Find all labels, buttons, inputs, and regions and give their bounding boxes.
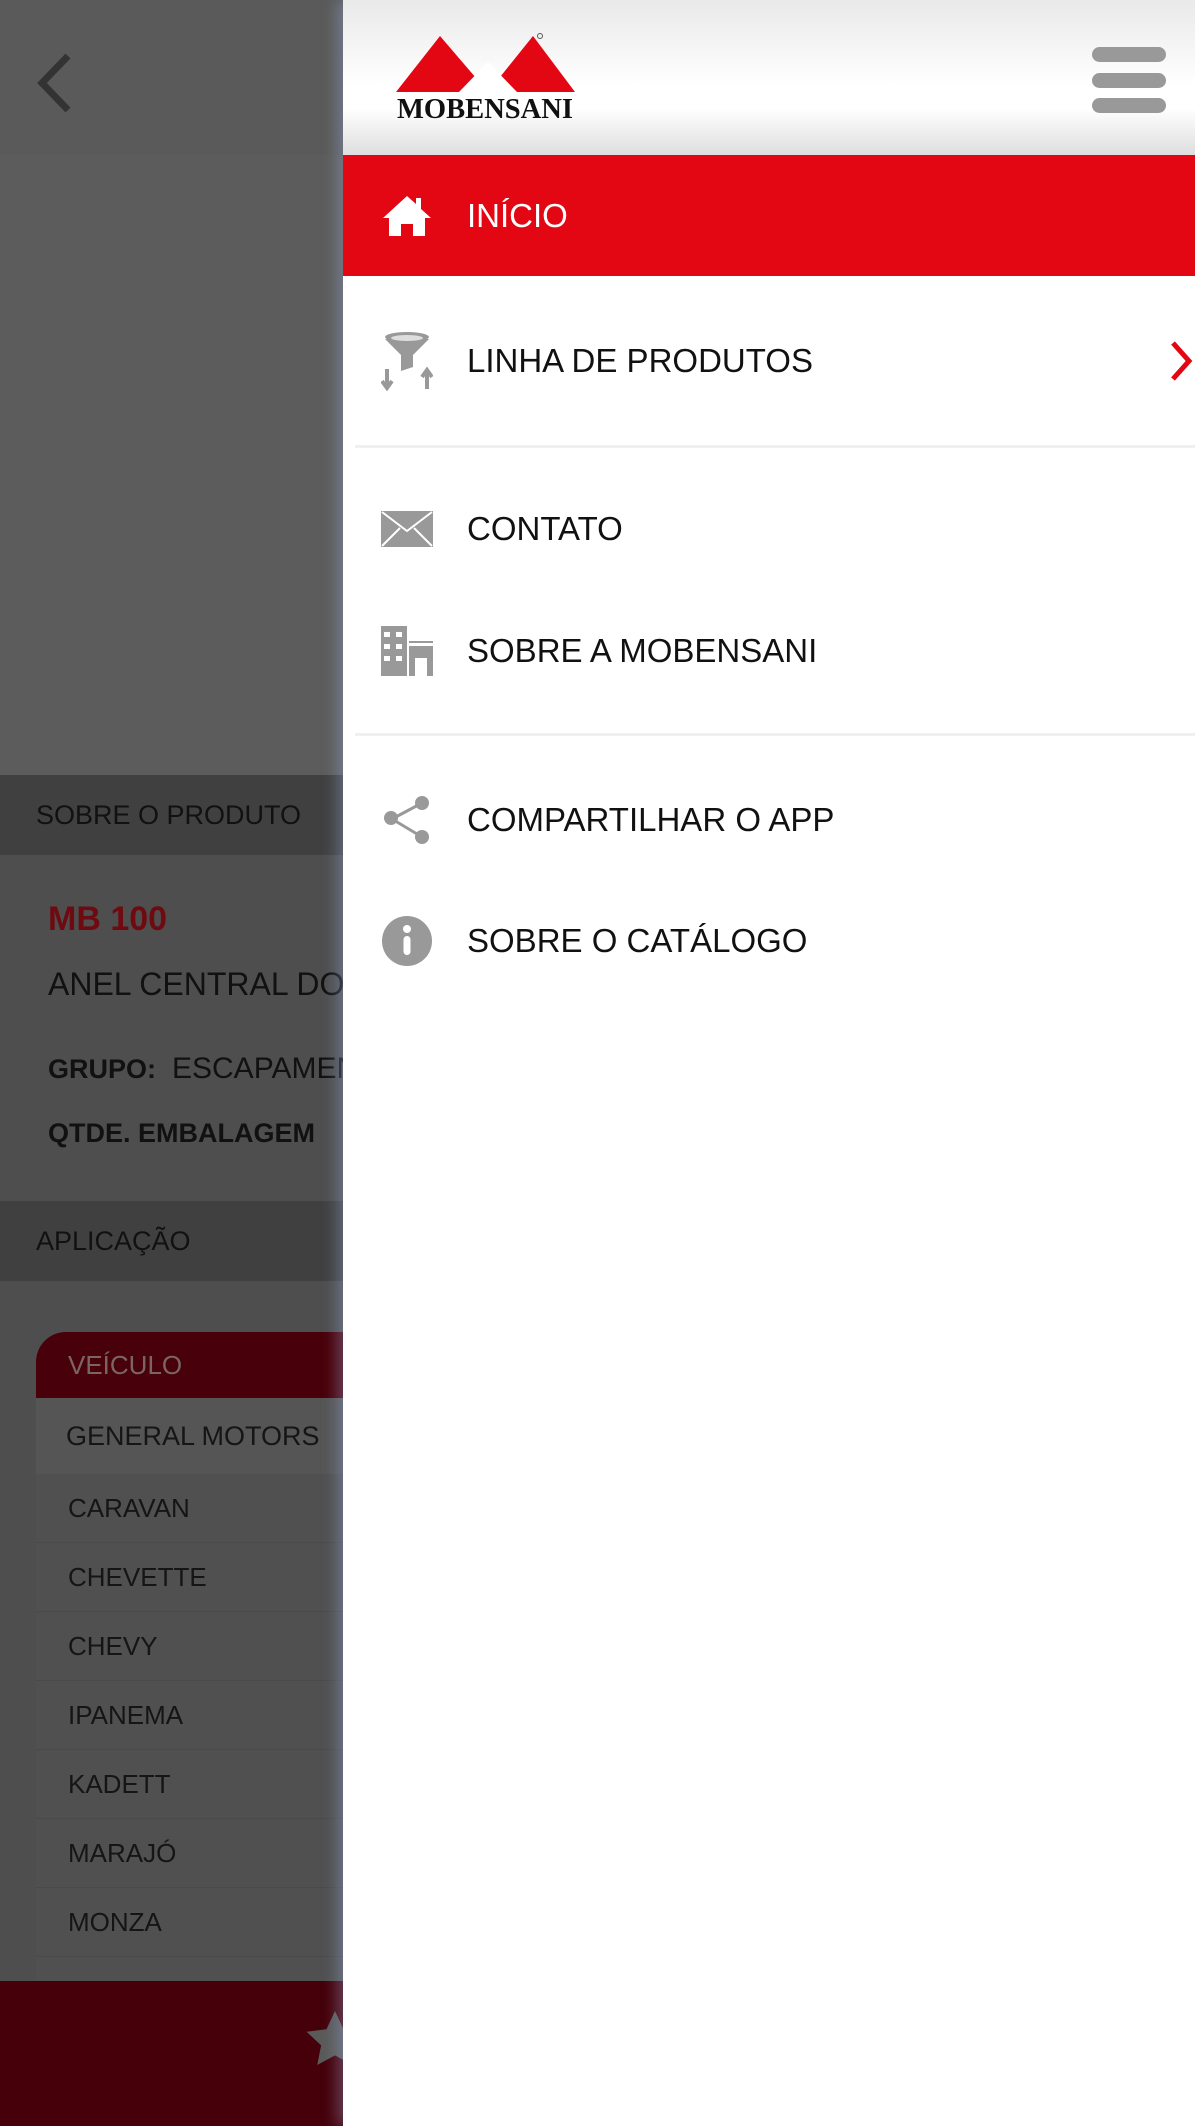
qty-row: QTDE. EMBALAGEM <box>48 1118 331 1149</box>
svg-text:MOBENSANI: MOBENSANI <box>397 94 573 125</box>
menu-item-label: SOBRE O CATÁLOGO <box>467 922 808 959</box>
product-line-icon <box>379 332 435 391</box>
home-icon <box>379 188 435 244</box>
menu-item-inicio[interactable]: INÍCIO <box>343 155 1195 276</box>
menu-item-label: COMPARTILHAR O APP <box>467 801 835 838</box>
mobensani-logo: MOBENSANI <box>396 33 575 125</box>
building-icon <box>379 623 435 679</box>
menu-item-contato[interactable]: CONTATO <box>343 469 1195 589</box>
group-label: GRUPO: <box>48 1054 156 1084</box>
menu-item-sobre-o-catalogo[interactable]: SOBRE O CATÁLOGO <box>343 881 1195 1001</box>
menu-item-label: CONTATO <box>467 510 623 547</box>
chevron-left-icon[interactable] <box>34 52 74 114</box>
qty-label: QTDE. EMBALAGEM <box>48 1118 315 1148</box>
menu-divider <box>355 445 1195 448</box>
navigation-drawer: MOBENSANI INÍCIO LINHA DE PRODUTOS CONTA… <box>343 0 1195 2126</box>
drawer-header: MOBENSANI <box>343 0 1195 155</box>
info-icon <box>379 913 435 969</box>
menu-item-label: INÍCIO <box>467 196 568 234</box>
chevron-right-icon <box>1171 341 1193 381</box>
share-icon <box>379 792 435 848</box>
menu-item-linha-de-produtos[interactable]: LINHA DE PRODUTOS <box>343 301 1195 421</box>
menu-item-compartilhar[interactable]: COMPARTILHAR O APP <box>343 760 1195 880</box>
envelope-icon <box>379 501 435 557</box>
menu-item-label: SOBRE A MOBENSANI <box>467 632 818 669</box>
menu-item-sobre-a-mobensani[interactable]: SOBRE A MOBENSANI <box>343 591 1195 711</box>
product-code: MB 100 <box>48 900 168 938</box>
menu-item-label: LINHA DE PRODUTOS <box>467 342 813 379</box>
product-description: ANEL CENTRAL DO <box>48 966 345 1002</box>
menu-divider <box>355 733 1195 736</box>
hamburger-icon[interactable] <box>1092 47 1166 113</box>
